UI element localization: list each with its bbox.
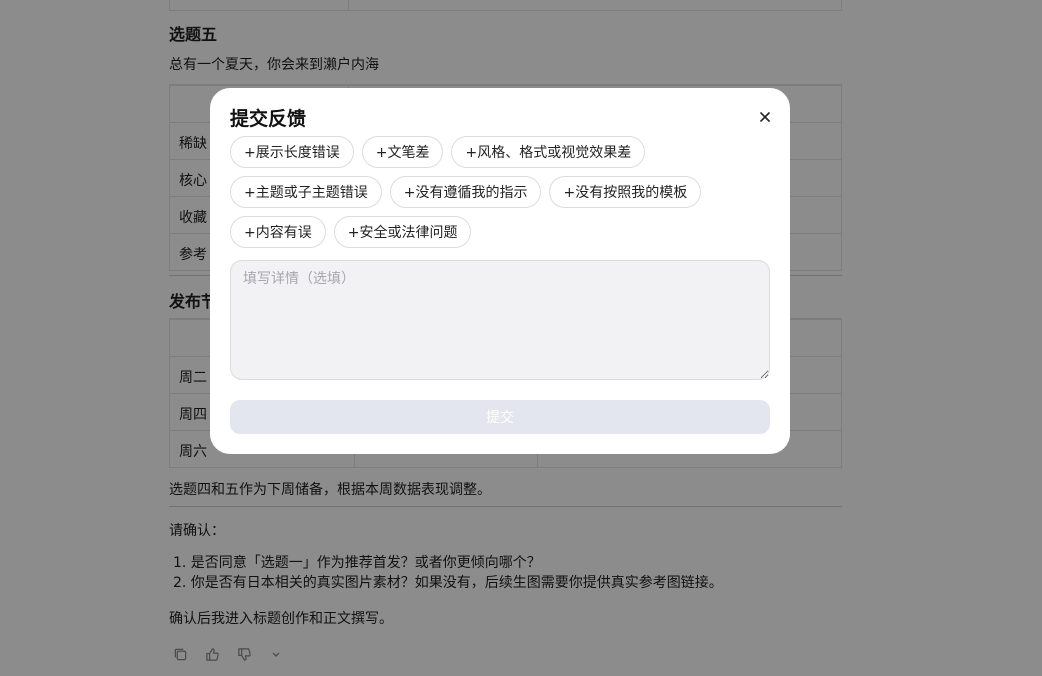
- chip-poor-writing[interactable]: +文笔差: [361, 136, 444, 168]
- feedback-chips: +展示长度错误 +文笔差 +风格、格式或视觉效果差 +主题或子主题错误 +没有遵…: [230, 136, 775, 256]
- feedback-modal: 提交反馈 +展示长度错误 +文笔差 +风格、格式或视觉效果差 +主题或子主题错误…: [210, 88, 790, 454]
- chip-ignored-template[interactable]: +没有按照我的模板: [549, 176, 702, 208]
- chip-poor-style[interactable]: +风格、格式或视觉效果差: [451, 136, 646, 168]
- chip-content-error[interactable]: +内容有误: [230, 216, 326, 248]
- modal-title: 提交反馈: [230, 108, 307, 130]
- chip-wrong-topic[interactable]: +主题或子主题错误: [230, 176, 382, 208]
- close-button[interactable]: [755, 107, 775, 127]
- chip-safety-legal[interactable]: +安全或法律问题: [333, 216, 472, 248]
- close-icon: [760, 112, 770, 122]
- chip-display-length[interactable]: +展示长度错误: [230, 136, 354, 168]
- detail-textarea[interactable]: [230, 260, 770, 380]
- submit-button[interactable]: 提交: [230, 400, 770, 434]
- chip-ignored-instructions[interactable]: +没有遵循我的指示: [389, 176, 542, 208]
